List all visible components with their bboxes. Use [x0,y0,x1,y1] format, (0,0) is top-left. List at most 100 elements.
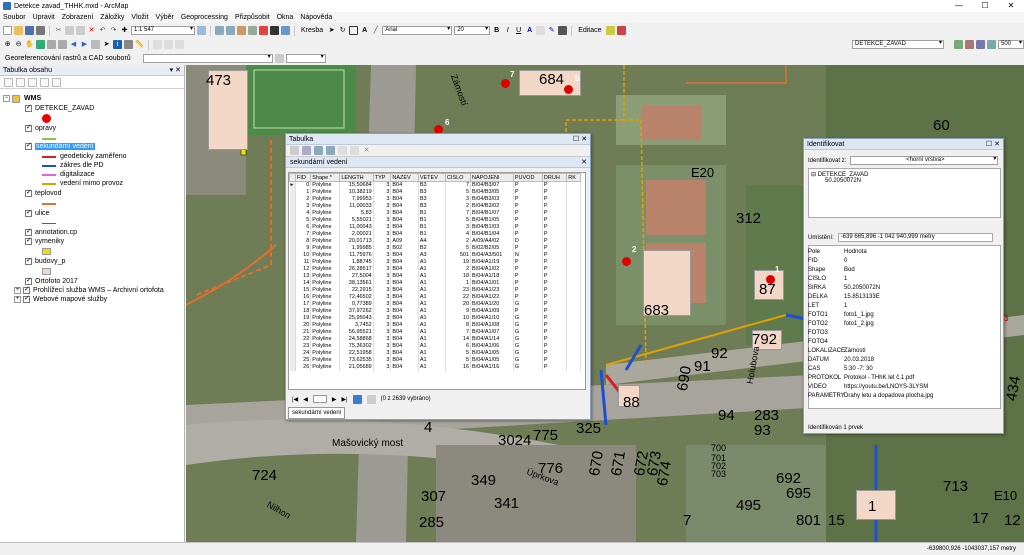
menu-geoprocessing[interactable]: Geoprocessing [181,14,228,21]
identify-field-row[interactable]: FOTO4 [808,339,1001,345]
cut-icon[interactable]: ✂ [54,26,63,35]
table-row[interactable]: 21 Polyline 56,95521 3 B04 A1 7 B/04/A1/07 G P [289,329,581,336]
layer-checkbox[interactable] [25,208,32,217]
save-icon[interactable] [25,26,34,35]
table-row[interactable]: 18 Polyline 37,97262 3 B04 A1 9 B/04/A1/09 P P [289,308,581,315]
related-tables-icon[interactable] [302,146,311,155]
column-header[interactable]: LENGTH [339,173,374,182]
last-record-icon[interactable]: ▶| [341,396,347,403]
zoom-value-combo[interactable]: 500 [998,40,1024,49]
show-all-records-icon[interactable] [352,394,362,404]
find-icon[interactable] [124,40,133,49]
table-row[interactable]: 19 Polyline 25,95043 3 B04 A1 10 B/04/A1/10 G P [289,315,581,322]
layer-checkbox[interactable] [23,294,30,303]
toc-item-ulice[interactable]: ulice [25,208,49,218]
identify-field-row[interactable]: VIDEO https://youtu.be/LNOYS-3LYSM [808,384,1001,390]
identify-field-row[interactable]: DATUM 20.03.2018 [808,357,1001,363]
zoom-to-selected-icon[interactable] [350,146,359,155]
table-row[interactable]: 12 Polyline 26,28517 3 B04 A1 2 B/04/A1/02 P P [289,266,581,273]
arctoolbox-icon[interactable] [259,26,268,35]
column-header[interactable]: FID [294,173,312,182]
toc-item-ortofoto[interactable]: Ortofoto 2017 [25,276,78,286]
line-color-icon[interactable]: ✎ [547,26,556,35]
menu-upravit[interactable]: Upravit [33,14,55,21]
attribute-grid[interactable]: FID Shape * LENGTH TYP NAZEV VETEV CISLO… [288,172,586,390]
italic-icon[interactable]: I [503,26,512,35]
table-row[interactable]: 7 Polyline 2,00021 3 B04 B1 4 B/04/B1/04 P P [289,231,581,238]
delete-selected-icon[interactable]: ✕ [362,146,371,155]
marker-color-icon[interactable] [558,26,568,35]
redo-icon[interactable]: ↷ [109,26,118,35]
tree-layer-node[interactable]: ⊟ DETEKCE_ZAVAD [811,171,998,178]
layer-checkbox[interactable] [25,276,32,285]
underline-icon[interactable]: U [514,26,523,35]
label-icon[interactable] [954,40,963,49]
layer-checkbox[interactable] [25,141,32,150]
data-view-icon[interactable] [175,40,184,49]
select-arrow-icon[interactable]: ➤ [327,26,336,35]
identify-field-row[interactable]: Shape Bod [808,267,1001,273]
toc-item-webove[interactable]: + Webové mapové služby [14,294,107,304]
layer-checkbox[interactable] [25,256,32,265]
column-header[interactable]: PUVOD [512,173,543,182]
maximize-icon[interactable]: ☐ [972,0,998,12]
identify-field-row[interactable]: FOTO3 [808,330,1001,336]
prev-record-icon[interactable]: ◀ [303,396,308,403]
identify-field-row[interactable]: DELKA 15.8513133E [808,294,1001,300]
layer-checkbox[interactable] [25,103,32,112]
table-row[interactable]: 10 Polyline 11,75976 3 B04 A3 501 B/04/A3/501 N P [289,252,581,259]
table-row[interactable]: 13 Polyline 27,5004 3 B04 A1 18 B/04/A1/18 P P [289,273,581,280]
table-window-close-icon[interactable]: ☐ ✕ [573,134,587,145]
column-header[interactable]: NAZEV [390,173,419,182]
table-icon[interactable] [215,26,224,35]
print-icon[interactable] [36,26,45,35]
record-number-field[interactable] [312,395,327,403]
identify-field-row[interactable]: PARAMETRY Drahy letu a dopadova plocha.jp… [808,393,1001,399]
table-row[interactable]: 15 Polyline 22,2915 3 B04 A1 23 B/04/A1/23 P P [289,287,581,294]
bottom-table-tab[interactable]: sekundární vedení [288,407,346,419]
delete-icon[interactable]: ✕ [87,26,96,35]
table-row[interactable]: 4 Polyline 5,83 3 B04 B1 7 B/04/B1/07 P P [289,210,581,217]
editace-menu[interactable]: Editace [578,27,601,34]
fixed-zoom-out-icon[interactable] [58,40,67,49]
show-selected-records-icon[interactable] [366,394,376,404]
menu-okna[interactable]: Okna [277,14,294,21]
menu-vlozit[interactable]: Vložit [131,14,148,21]
table-row[interactable]: 8 Polyline 20,01713 3 A09 A4 2 A/09/A4/02 D P [289,238,581,245]
expand-icon[interactable]: + [14,296,21,303]
toc-item-opravy[interactable]: opravy [25,123,56,133]
forward-icon[interactable]: ▶ [80,40,89,49]
first-record-icon[interactable]: |◀ [292,396,298,403]
view-unplaced-icon[interactable] [987,40,996,49]
defect-point[interactable] [501,79,510,88]
table-row[interactable]: 22 Polyline 24,58868 3 B04 A1 14 B/04/A1/14 G P [289,336,581,343]
column-header[interactable]: NAPOJENI [470,173,514,182]
python-icon[interactable] [270,26,279,35]
menu-prizpusobit[interactable]: Přizpůsobit [235,14,270,21]
select-elements-icon[interactable]: ➤ [102,40,111,49]
rotate-icon[interactable]: ↻ [338,26,347,35]
layer-checkbox[interactable] [23,285,30,294]
switch-selection-icon[interactable] [326,146,335,155]
table-tab-close-icon[interactable]: ✕ [581,157,587,168]
toc-icon[interactable] [226,26,235,35]
layer-checkbox[interactable] [25,227,32,236]
table-row[interactable]: 11 Polyline 1,88745 3 B04 A1 19 B/04/A1/19 P P [289,259,581,266]
select-by-attributes-icon[interactable] [314,146,323,155]
table-row[interactable]: 5 Polyline 5,55021 3 B04 B1 5 B/04/B1/05 P P [289,217,581,224]
identify-close-icon[interactable]: ☐ ✕ [986,139,1000,150]
list-by-source-icon[interactable] [16,77,25,87]
table-row[interactable]: 23 Polyline 75,36302 3 B04 A1 6 B/04/A1/06 G P [289,343,581,350]
column-header[interactable]: TYP [372,173,392,182]
defect-point[interactable] [564,85,573,94]
table-row[interactable]: 26 Polyline 21,05689 3 B04 A1 16 B/04/A1/16 G P [289,364,581,371]
close-icon[interactable]: ✕ [998,0,1024,12]
toc-item-vymeniky[interactable]: vymeniky [25,236,64,246]
georef-layer-combo[interactable] [142,54,273,63]
collapse-icon[interactable]: − [3,95,10,102]
toc-close-icon[interactable]: ▾ ✕ [170,65,181,76]
table-row[interactable]: 2 Polyline 7,99953 3 B04 B3 3 B/04/B3/03 P P [289,196,581,203]
new-icon[interactable] [3,26,12,35]
toc-item-annotation[interactable]: annotation.cp [25,227,77,237]
identify-field-row[interactable]: LOKALIZACE Zámostí [808,348,1001,354]
